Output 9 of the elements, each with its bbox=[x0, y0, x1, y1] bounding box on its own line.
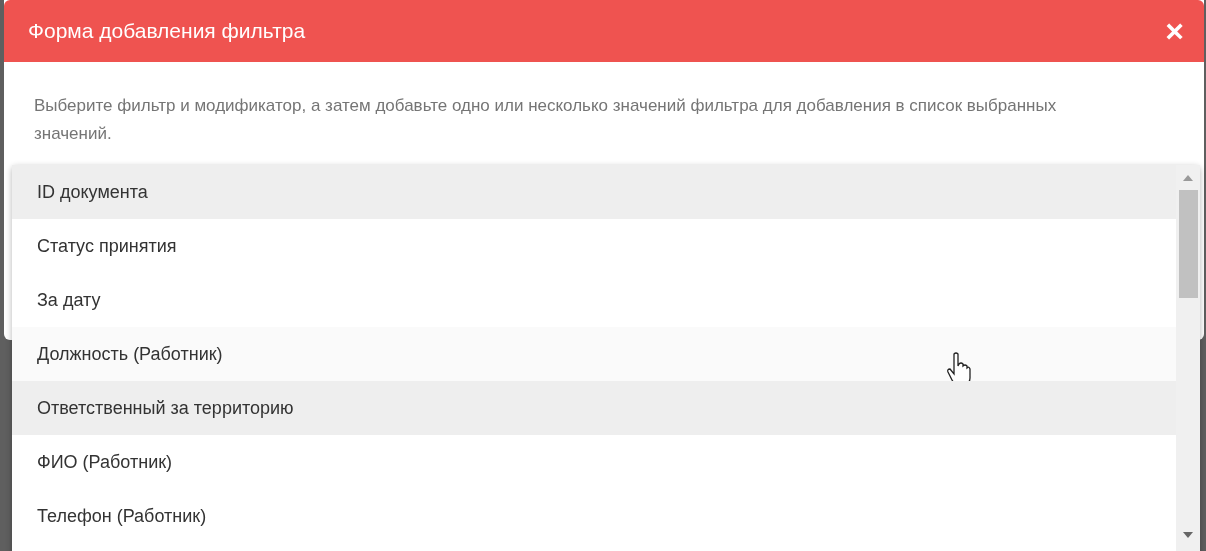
scrollbar-thumb[interactable] bbox=[1179, 190, 1198, 298]
dialog-title: Форма добавления фильтра bbox=[28, 18, 306, 45]
dropdown-option[interactable]: Ответственный за территорию bbox=[12, 381, 1176, 435]
scroll-down-icon[interactable] bbox=[1183, 532, 1193, 538]
dropdown-option[interactable]: ID документа bbox=[12, 165, 1176, 219]
scroll-up-icon[interactable] bbox=[1183, 175, 1193, 181]
scrollbar[interactable] bbox=[1176, 165, 1200, 551]
dropdown-option[interactable]: Должность (Работник) bbox=[12, 327, 1176, 381]
dialog-description: Выберите фильтр и модификатор, а затем добавьте одно или несколько значений фильтра для добавления в список выбранных значений. bbox=[33, 95, 1058, 145]
